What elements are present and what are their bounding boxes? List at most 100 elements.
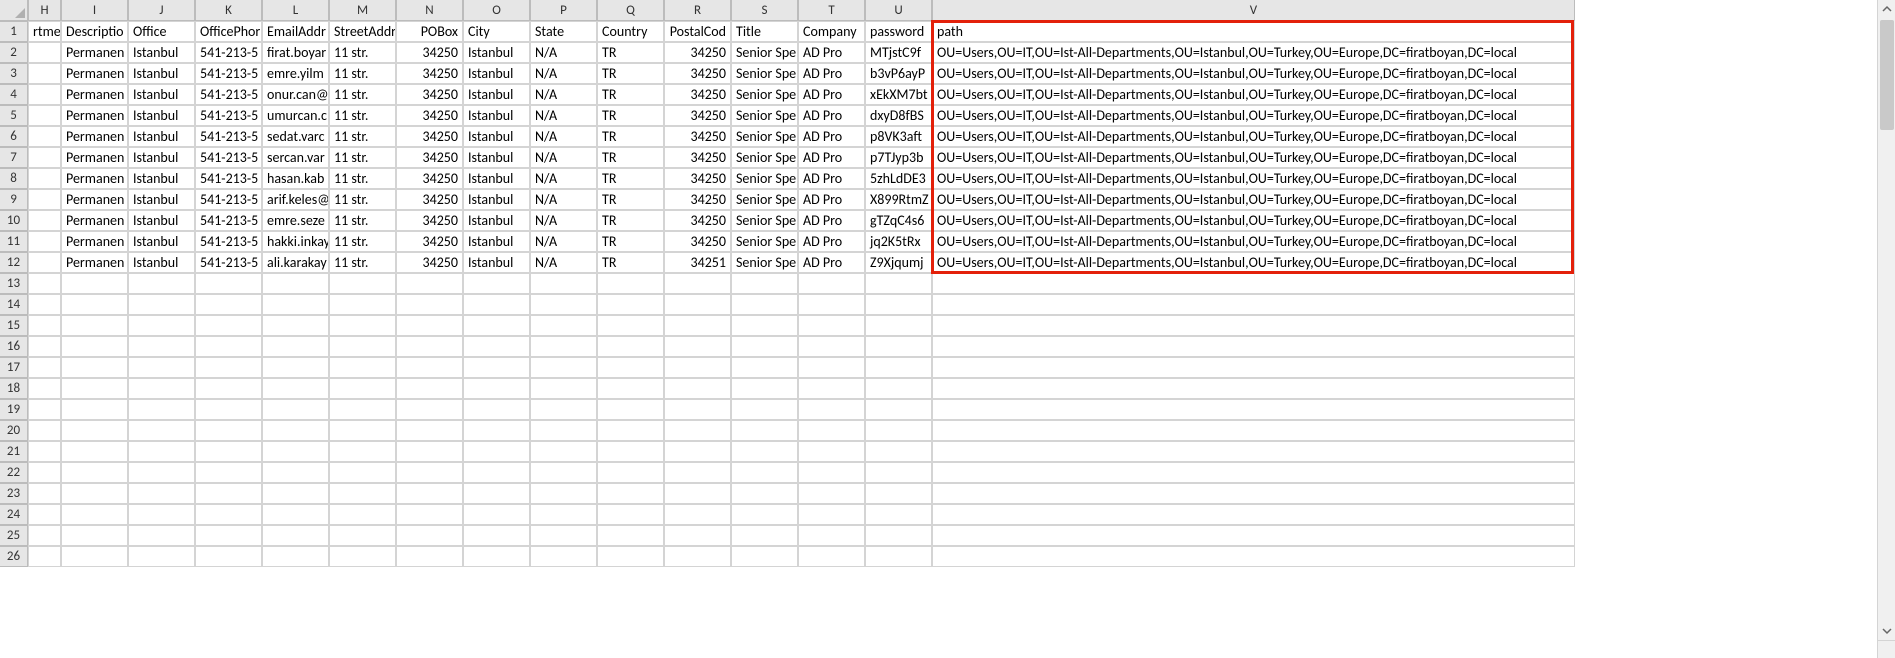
column-header-L[interactable]: L: [262, 0, 329, 21]
cell-J2[interactable]: Istanbul: [128, 42, 195, 63]
cell-R9[interactable]: 34250: [664, 189, 731, 210]
cell-L24[interactable]: [262, 504, 329, 525]
cell-H20[interactable]: [28, 420, 61, 441]
cell-M10[interactable]: 11 str.: [329, 210, 396, 231]
cell-H18[interactable]: [28, 378, 61, 399]
cell-P13[interactable]: [530, 273, 597, 294]
cell-I5[interactable]: Permanen: [61, 105, 128, 126]
cell-U1[interactable]: password: [865, 21, 932, 42]
row-header-4[interactable]: 4: [0, 84, 28, 105]
cell-J17[interactable]: [128, 357, 195, 378]
cell-H21[interactable]: [28, 441, 61, 462]
cell-O11[interactable]: Istanbul: [463, 231, 530, 252]
cell-K26[interactable]: [195, 546, 262, 567]
cell-S8[interactable]: Senior Spe: [731, 168, 798, 189]
cell-J16[interactable]: [128, 336, 195, 357]
cell-K12[interactable]: 541-213-5: [195, 252, 262, 273]
cell-J1[interactable]: Office: [128, 21, 195, 42]
row-header-22[interactable]: 22: [0, 462, 28, 483]
column-header-K[interactable]: K: [195, 0, 262, 21]
cell-U10[interactable]: gTZqC4s6: [865, 210, 932, 231]
cell-M9[interactable]: 11 str.: [329, 189, 396, 210]
cell-L26[interactable]: [262, 546, 329, 567]
cell-V17[interactable]: [932, 357, 1575, 378]
cell-Q9[interactable]: TR: [597, 189, 664, 210]
cell-O26[interactable]: [463, 546, 530, 567]
cell-M25[interactable]: [329, 525, 396, 546]
cell-S20[interactable]: [731, 420, 798, 441]
cell-R4[interactable]: 34250: [664, 84, 731, 105]
cell-I15[interactable]: [61, 315, 128, 336]
cell-O5[interactable]: Istanbul: [463, 105, 530, 126]
cell-P15[interactable]: [530, 315, 597, 336]
cell-M13[interactable]: [329, 273, 396, 294]
cell-M21[interactable]: [329, 441, 396, 462]
cell-I10[interactable]: Permanen: [61, 210, 128, 231]
cell-K20[interactable]: [195, 420, 262, 441]
cell-Q10[interactable]: TR: [597, 210, 664, 231]
cell-Q19[interactable]: [597, 399, 664, 420]
cell-T16[interactable]: [798, 336, 865, 357]
cell-T7[interactable]: AD Pro: [798, 147, 865, 168]
cell-P3[interactable]: N/A: [530, 63, 597, 84]
cell-M23[interactable]: [329, 483, 396, 504]
cell-P22[interactable]: [530, 462, 597, 483]
column-header-O[interactable]: O: [463, 0, 530, 21]
cell-J8[interactable]: Istanbul: [128, 168, 195, 189]
cell-V20[interactable]: [932, 420, 1575, 441]
cell-O9[interactable]: Istanbul: [463, 189, 530, 210]
cell-K11[interactable]: 541-213-5: [195, 231, 262, 252]
cell-U5[interactable]: dxyD8fBS: [865, 105, 932, 126]
cell-R1[interactable]: PostalCod: [664, 21, 731, 42]
cell-P5[interactable]: N/A: [530, 105, 597, 126]
row-header-26[interactable]: 26: [0, 546, 28, 567]
cell-Q20[interactable]: [597, 420, 664, 441]
cell-N23[interactable]: [396, 483, 463, 504]
cell-J6[interactable]: Istanbul: [128, 126, 195, 147]
cell-K15[interactable]: [195, 315, 262, 336]
cell-J4[interactable]: Istanbul: [128, 84, 195, 105]
spreadsheet-grid[interactable]: HIJKLMNOPQRSTUV1rtmerDescriptioOfficeOff…: [0, 0, 1895, 567]
cell-P18[interactable]: [530, 378, 597, 399]
cell-H9[interactable]: [28, 189, 61, 210]
cell-K22[interactable]: [195, 462, 262, 483]
cell-U6[interactable]: p8VK3aft: [865, 126, 932, 147]
cell-S9[interactable]: Senior Spe: [731, 189, 798, 210]
scroll-down-arrow-icon[interactable]: [1878, 622, 1895, 640]
cell-H24[interactable]: [28, 504, 61, 525]
cell-H12[interactable]: [28, 252, 61, 273]
cell-Q21[interactable]: [597, 441, 664, 462]
cell-T3[interactable]: AD Pro: [798, 63, 865, 84]
cell-H14[interactable]: [28, 294, 61, 315]
column-header-R[interactable]: R: [664, 0, 731, 21]
cell-N14[interactable]: [396, 294, 463, 315]
cell-R8[interactable]: 34250: [664, 168, 731, 189]
cell-H8[interactable]: [28, 168, 61, 189]
row-header-5[interactable]: 5: [0, 105, 28, 126]
cell-J23[interactable]: [128, 483, 195, 504]
cell-V13[interactable]: [932, 273, 1575, 294]
cell-O1[interactable]: City: [463, 21, 530, 42]
cell-H17[interactable]: [28, 357, 61, 378]
cell-Q3[interactable]: TR: [597, 63, 664, 84]
cell-V21[interactable]: [932, 441, 1575, 462]
row-header-17[interactable]: 17: [0, 357, 28, 378]
cell-L5[interactable]: umurcan.c: [262, 105, 329, 126]
cell-L4[interactable]: onur.can@: [262, 84, 329, 105]
cell-J11[interactable]: Istanbul: [128, 231, 195, 252]
cell-K9[interactable]: 541-213-5: [195, 189, 262, 210]
row-header-12[interactable]: 12: [0, 252, 28, 273]
row-header-16[interactable]: 16: [0, 336, 28, 357]
cell-K24[interactable]: [195, 504, 262, 525]
cell-I19[interactable]: [61, 399, 128, 420]
cell-P21[interactable]: [530, 441, 597, 462]
cell-O23[interactable]: [463, 483, 530, 504]
cell-O14[interactable]: [463, 294, 530, 315]
cell-V19[interactable]: [932, 399, 1575, 420]
cell-R24[interactable]: [664, 504, 731, 525]
cell-T23[interactable]: [798, 483, 865, 504]
cell-R6[interactable]: 34250: [664, 126, 731, 147]
cell-Q26[interactable]: [597, 546, 664, 567]
cell-O16[interactable]: [463, 336, 530, 357]
cell-U24[interactable]: [865, 504, 932, 525]
